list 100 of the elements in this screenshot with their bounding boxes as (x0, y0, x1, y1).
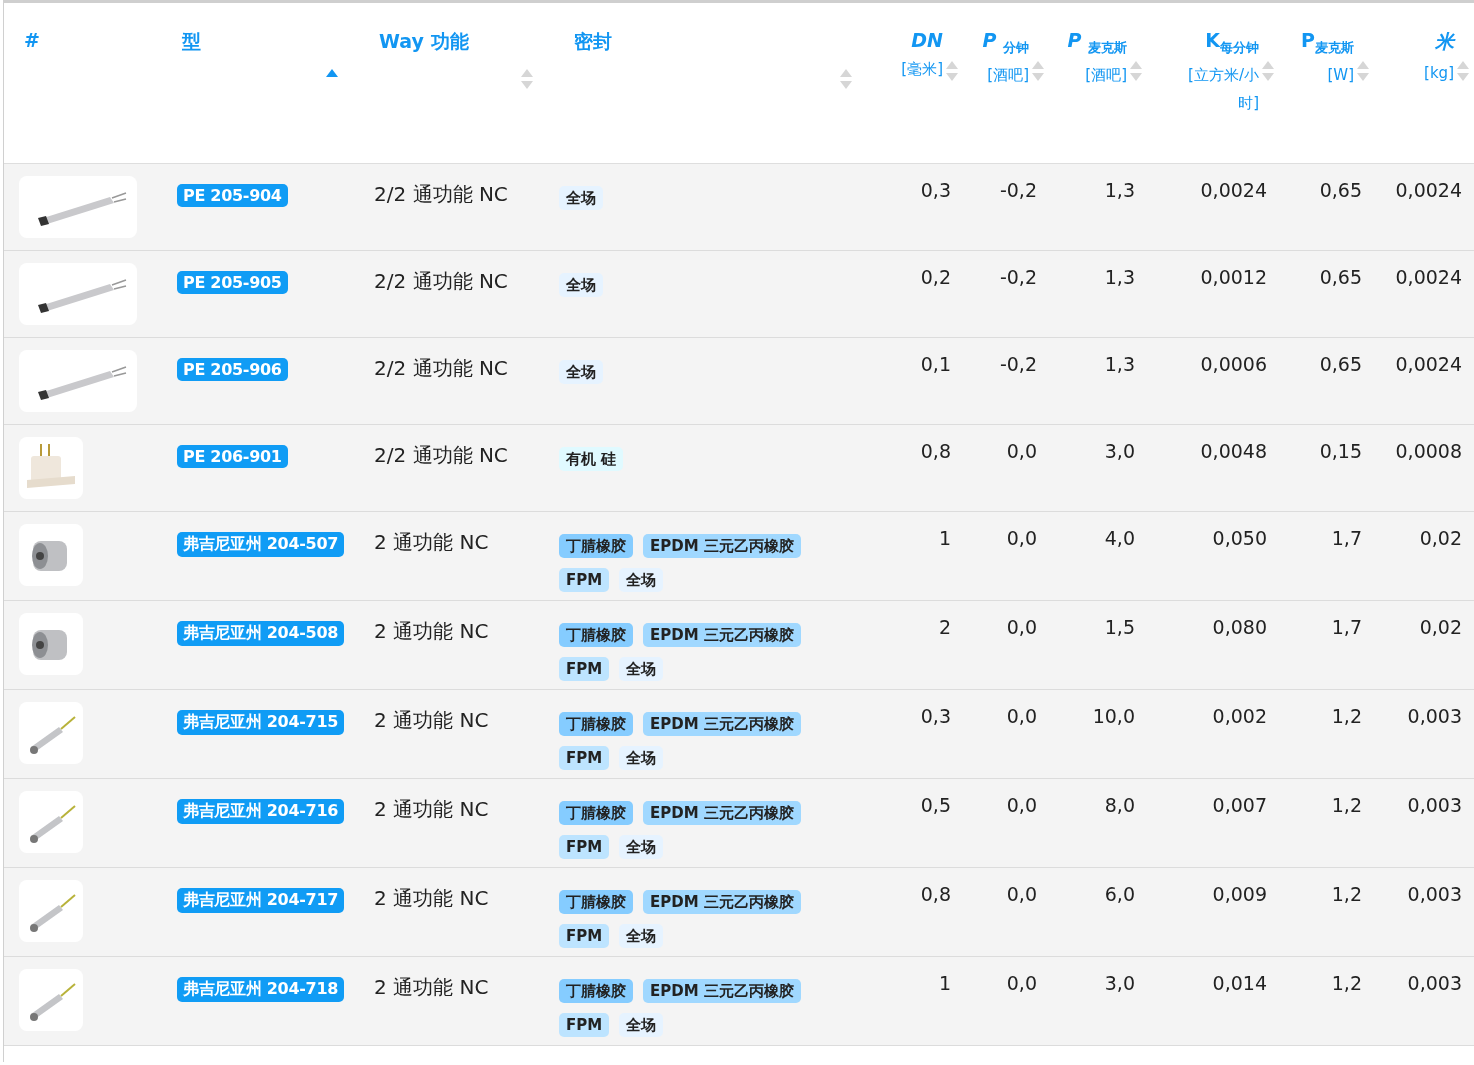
seal-tag: FPM (559, 657, 610, 681)
table-cell: 3,0 (1104, 972, 1135, 994)
seal-tag: EPDM 三元乙丙橡胶 (643, 534, 801, 558)
table-cell: 0,002 (1212, 705, 1267, 727)
sort-icon[interactable] (1456, 59, 1470, 83)
seal-tag: 全场 (559, 273, 603, 297)
model-badge[interactable]: 弗吉尼亚州 204-716 (177, 799, 345, 824)
table-cell: 1,3 (1104, 353, 1135, 375)
sort-icon[interactable] (1261, 59, 1275, 83)
product-photo (19, 880, 83, 942)
table-cell: 0,003 (1407, 705, 1462, 727)
table-cell: 2 (938, 616, 951, 638)
table-cell: 0,0008 (1395, 440, 1462, 462)
table-cell: 0,0 (1006, 440, 1037, 462)
seal-tag: 有机 硅 (559, 447, 624, 471)
table-cell: 0,0048 (1200, 440, 1267, 462)
table-cell: 1,7 (1331, 616, 1362, 638)
table-cell: 0,0024 (1200, 179, 1267, 201)
table-cell: 0,0012 (1200, 266, 1267, 288)
model-badge[interactable]: 弗吉尼亚州 204-508 (177, 621, 345, 646)
table-cell: 0,8 (920, 883, 951, 905)
table-cell: 1 (938, 972, 951, 994)
seal-tag: FPM (559, 924, 610, 948)
table-cell: 1,2 (1331, 794, 1362, 816)
table-cell: -0,2 (999, 353, 1037, 375)
table-cell: 1,2 (1331, 705, 1362, 727)
seal-tag: EPDM 三元乙丙橡胶 (643, 712, 801, 736)
sort-icon[interactable] (520, 67, 534, 91)
table-cell: 0,0006 (1200, 353, 1267, 375)
sort-icon[interactable] (1129, 59, 1143, 83)
table-cell: 1,2 (1331, 972, 1362, 994)
seal-tag: FPM (559, 1013, 610, 1037)
seal-tag: 丁腈橡胶 (559, 712, 633, 736)
sort-icon[interactable] (1356, 59, 1370, 83)
function-text: 2 通功能 NC (374, 529, 489, 556)
table-cell: 0,014 (1212, 972, 1267, 994)
model-badge[interactable]: PE 205-905 (177, 271, 288, 294)
seal-tag: 全场 (619, 568, 664, 592)
column-header[interactable]: DN (911, 29, 943, 51)
table-cell: 0,0024 (1395, 266, 1462, 288)
seal-tag: 全场 (619, 746, 664, 770)
seal-tag: 丁腈橡胶 (559, 534, 633, 558)
product-photo (19, 613, 83, 675)
table-cell: 8,0 (1104, 794, 1135, 816)
table-cell: 0,0024 (1395, 179, 1462, 201)
table-cell: 0,0024 (1395, 353, 1462, 375)
column-unit: [酒吧] (987, 64, 1029, 86)
function-text: 2 通功能 NC (374, 974, 489, 1001)
model-badge[interactable]: 弗吉尼亚州 204-715 (177, 710, 345, 735)
sort-icon[interactable] (945, 59, 959, 83)
column-header[interactable]: P$_{麦克斯}$ (1301, 29, 1354, 57)
function-text: 2 通功能 NC (374, 796, 489, 823)
function-text: 2 通功能 NC (374, 885, 489, 912)
table-cell: 0,003 (1407, 794, 1462, 816)
column-header[interactable]: 型 (182, 29, 201, 55)
table-cell: 1,7 (1331, 527, 1362, 549)
function-text: 2/2 通功能 NC (374, 442, 508, 469)
table-cell: 0,65 (1319, 353, 1362, 375)
table-cell: 0,0 (1006, 616, 1037, 638)
function-text: 2/2 通功能 NC (374, 268, 508, 295)
sort-icon[interactable] (1031, 59, 1045, 83)
table-cell: 0,0 (1006, 794, 1037, 816)
model-badge[interactable]: PE 206-901 (177, 445, 288, 468)
column-header[interactable]: 米 (1435, 29, 1454, 55)
table-cell: 0,65 (1319, 179, 1362, 201)
product-photo (19, 437, 83, 499)
column-header[interactable]: Way 功能 (379, 29, 469, 55)
table-cell: 0,0 (1006, 972, 1037, 994)
model-badge[interactable]: PE 205-906 (177, 358, 288, 381)
column-header[interactable]: 密封 (574, 29, 612, 55)
seal-tag: FPM (559, 568, 610, 592)
model-badge[interactable]: PE 205-904 (177, 184, 288, 207)
seal-tag: FPM (559, 746, 610, 770)
table-cell: 0,2 (920, 266, 951, 288)
model-badge[interactable]: 弗吉尼亚州 204-717 (177, 888, 345, 913)
model-badge[interactable]: 弗吉尼亚州 204-507 (177, 532, 345, 557)
sort-icon[interactable] (839, 67, 853, 91)
column-header[interactable]: P $_{麦克斯}$ (1067, 29, 1127, 57)
column-unit: [毫米] (901, 59, 943, 80)
model-badge[interactable]: 弗吉尼亚州 204-718 (177, 977, 345, 1002)
table-cell: 0,0 (1006, 705, 1037, 727)
column-unit: [W] (1327, 64, 1354, 86)
table-cell: 0,5 (920, 794, 951, 816)
seal-tag: EPDM 三元乙丙橡胶 (643, 979, 801, 1003)
table-cell: 0,0 (1006, 527, 1037, 549)
seal-tag: EPDM 三元乙丙橡胶 (643, 801, 801, 825)
seal-tag: 全场 (559, 360, 603, 384)
column-header[interactable]: K$_{每分钟}$ (1205, 29, 1259, 57)
table-cell: 0,65 (1319, 266, 1362, 288)
seal-tag: 丁腈橡胶 (559, 623, 633, 647)
table-cell: 0,15 (1319, 440, 1362, 462)
column-header[interactable]: P $_{分钟}$ (982, 29, 1029, 57)
column-unit: [kg] (1424, 63, 1454, 84)
product-photo (19, 969, 83, 1031)
table-cell: 1,2 (1331, 883, 1362, 905)
product-photo (19, 702, 83, 764)
column-header[interactable]: # (24, 29, 40, 51)
function-text: 2 通功能 NC (374, 707, 489, 734)
table-cell: 4,0 (1104, 527, 1135, 549)
table-cell: 10,0 (1092, 705, 1135, 727)
